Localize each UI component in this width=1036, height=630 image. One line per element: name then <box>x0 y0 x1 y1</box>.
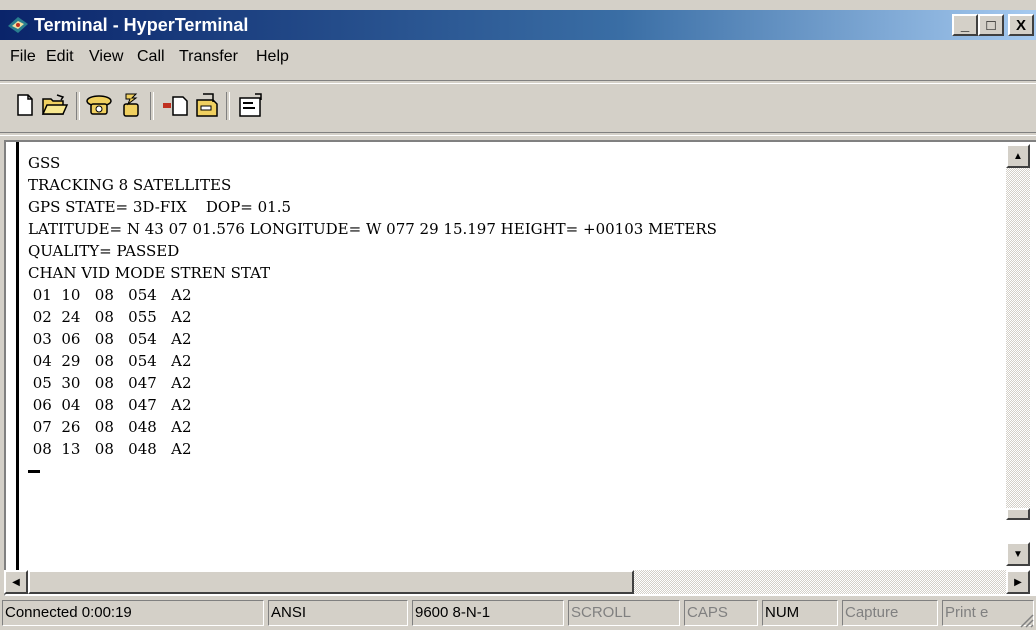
menu-view[interactable]: View <box>89 48 123 66</box>
menu-file[interactable]: File <box>10 48 36 66</box>
toolbar-separator <box>76 92 80 120</box>
menu-call[interactable]: Call <box>137 48 165 66</box>
terminal-line: 08 13 08 048 A2 <box>28 440 192 458</box>
terminal-output[interactable]: GSS TRACKING 8 SATELLITES GPS STATE= 3D-FI… <box>28 152 1008 572</box>
vertical-scroll-thumb[interactable] <box>1006 508 1030 520</box>
terminal-line: QUALITY= PASSED <box>28 242 180 260</box>
terminal-window[interactable]: GSS TRACKING 8 SATELLITES GPS STATE= 3D-FI… <box>4 140 1036 596</box>
connect-icon[interactable] <box>84 90 114 120</box>
terminal-line: 02 24 08 055 A2 <box>28 308 192 326</box>
terminal-line: 07 26 08 048 A2 <box>28 418 192 436</box>
close-button[interactable]: X <box>1008 14 1034 36</box>
title-bar[interactable]: Terminal - HyperTerminal _ □ X <box>0 10 1036 40</box>
status-num: NUM <box>762 600 838 626</box>
toolbar <box>0 84 1036 130</box>
terminal-line: 01 10 08 054 A2 <box>28 286 192 304</box>
terminal-line: GPS STATE= 3D-FIX DOP= 01.5 <box>28 198 292 216</box>
open-icon[interactable] <box>40 90 70 120</box>
scroll-up-icon[interactable]: ▲ <box>1006 144 1030 168</box>
status-settings: 9600 8-N-1 <box>412 600 564 626</box>
terminal-left-border <box>16 142 19 572</box>
scroll-right-icon[interactable]: ▶ <box>1006 570 1030 594</box>
terminal-line: 05 30 08 047 A2 <box>28 374 192 392</box>
status-caps: CAPS <box>684 600 758 626</box>
status-bar: Connected 0:00:19 ANSI 9600 8-N-1 SCROLL… <box>0 598 1036 630</box>
horizontal-scroll-thumb[interactable] <box>28 570 634 594</box>
window-title: Terminal - HyperTerminal <box>34 15 249 35</box>
status-emulation: ANSI <box>268 600 408 626</box>
status-connected: Connected 0:00:19 <box>2 600 264 626</box>
terminal-line: 03 06 08 054 A2 <box>28 330 192 348</box>
terminal-line: CHAN VID MODE STREN STAT <box>28 264 271 282</box>
horizontal-scrollbar[interactable]: ◀ ▶ <box>4 570 1030 594</box>
status-capture: Capture <box>842 600 938 626</box>
toolbar-separator <box>226 92 230 120</box>
terminal-line: GSS <box>28 154 61 172</box>
minimize-button[interactable]: _ <box>952 14 978 36</box>
menu-bar: File Edit View Call Transfer Help <box>0 42 1036 72</box>
terminal-cursor <box>28 470 40 473</box>
terminal-line: 04 29 08 054 A2 <box>28 352 192 370</box>
send-icon[interactable] <box>160 90 190 120</box>
maximize-button[interactable]: □ <box>978 14 1004 36</box>
new-icon[interactable] <box>10 90 40 120</box>
status-scroll: SCROLL <box>568 600 680 626</box>
hyperterminal-icon <box>8 17 28 33</box>
scroll-down-icon[interactable]: ▼ <box>1006 542 1030 566</box>
receive-icon[interactable] <box>192 90 222 120</box>
terminal-line: TRACKING 8 SATELLITES <box>28 176 232 194</box>
terminal-line: 06 04 08 047 A2 <box>28 396 192 414</box>
toolbar-separator <box>150 92 154 120</box>
disconnect-icon[interactable] <box>116 90 146 120</box>
vertical-scrollbar[interactable]: ▲ ▼ <box>1006 144 1030 570</box>
toolbar-separator-line <box>0 132 1036 136</box>
vertical-scroll-track[interactable] <box>1006 168 1030 508</box>
menu-help[interactable]: Help <box>256 48 289 66</box>
resize-grip-icon[interactable] <box>1018 612 1034 628</box>
scroll-left-icon[interactable]: ◀ <box>4 570 28 594</box>
menu-edit[interactable]: Edit <box>46 48 74 66</box>
terminal-line: LATITUDE= N 43 07 01.576 LONGITUDE= W 07… <box>28 220 717 238</box>
desktop-strip <box>0 0 1036 10</box>
menu-transfer[interactable]: Transfer <box>179 48 238 66</box>
properties-icon[interactable] <box>236 90 266 120</box>
